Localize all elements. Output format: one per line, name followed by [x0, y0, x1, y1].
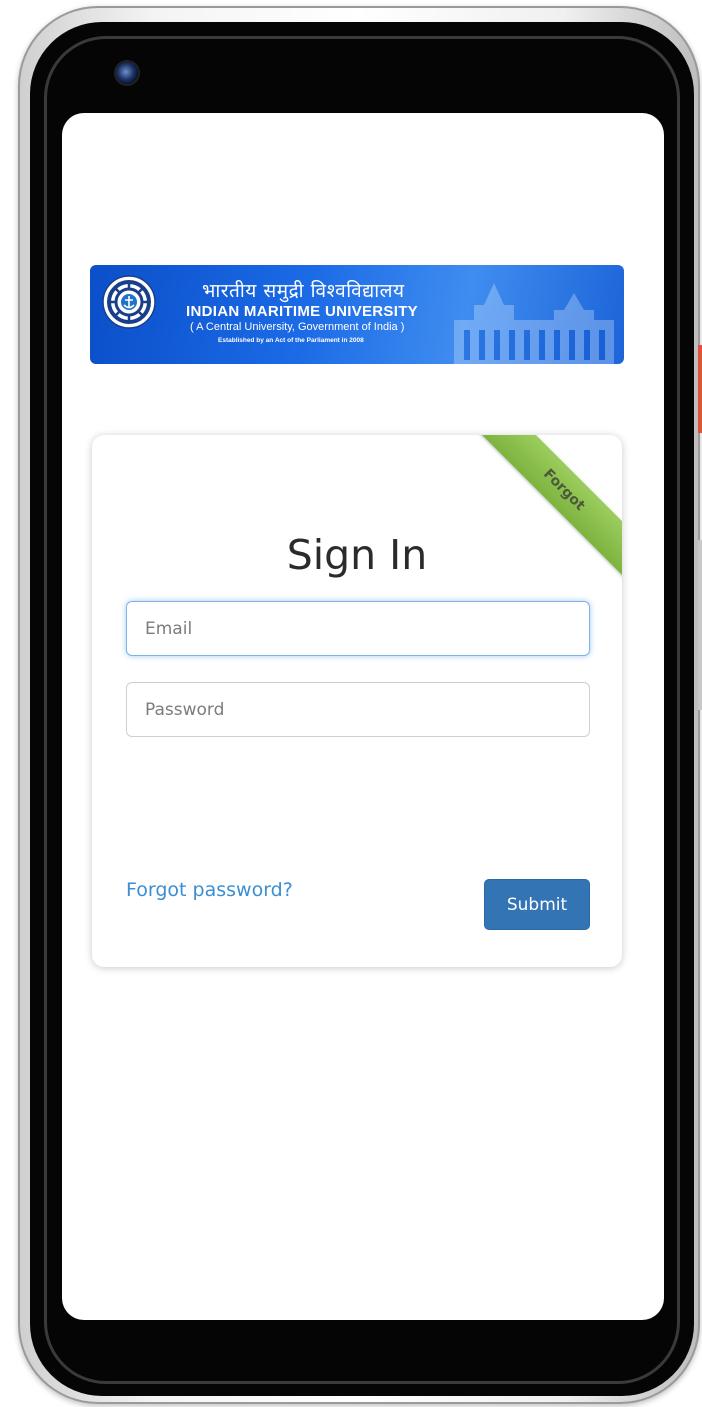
university-banner: भारतीय समुद्री विश्वविद्यालय INDIAN MARI…	[90, 265, 624, 364]
password-field[interactable]	[126, 682, 590, 737]
phone-mockup: भारतीय समुद्री विश्वविद्यालय INDIAN MARI…	[0, 0, 702, 1407]
side-power-button	[698, 345, 702, 433]
email-field[interactable]	[126, 601, 590, 656]
app-screen: भारतीय समुद्री विश्वविद्यालय INDIAN MARI…	[62, 113, 664, 1320]
banner-hindi-title: भारतीय समुद्री विश्वविद्यालय	[202, 280, 405, 302]
banner-established-note: Established by an Act of the Parliament …	[218, 337, 364, 344]
sign-in-card: Forgot Sign In Forgot password? Submit	[92, 435, 622, 967]
forgot-password-link[interactable]: Forgot password?	[126, 879, 293, 901]
camera-icon	[116, 62, 138, 84]
page-title: Sign In	[286, 531, 428, 579]
side-volume-button	[698, 540, 702, 710]
building-silhouette	[454, 283, 614, 364]
submit-button[interactable]: Submit	[484, 879, 590, 930]
banner-english-title: INDIAN MARITIME UNIVERSITY	[186, 303, 418, 320]
banner-subtitle: ( A Central University, Government of In…	[190, 321, 405, 333]
university-emblem-icon	[102, 275, 156, 329]
